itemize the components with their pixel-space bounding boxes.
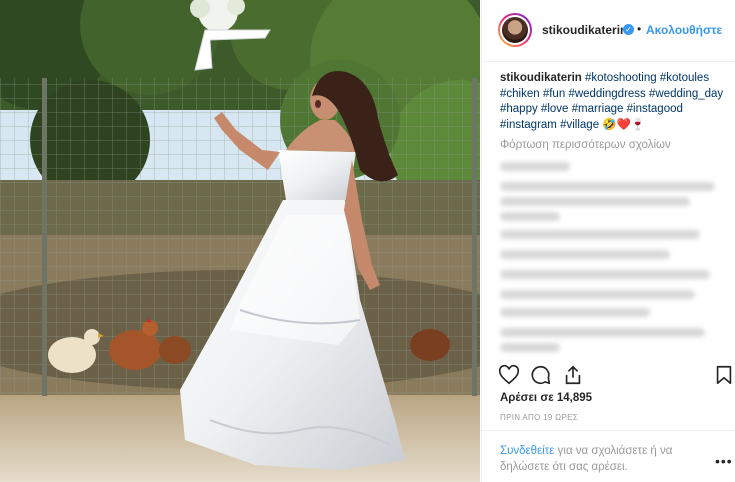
blurred-comment [500,197,690,206]
load-more-comments-link[interactable]: Φόρτωση περισσότερων σχολίων [500,139,671,151]
wedding-photo [0,0,480,482]
post-photo [0,0,480,482]
blurred-comment [500,343,560,352]
blurred-comment [500,162,570,171]
more-options-icon[interactable]: ••• [715,453,733,469]
heart-icon[interactable] [498,364,520,386]
login-link[interactable]: Συνδεθείτε [500,445,554,457]
blurred-comment [500,270,710,279]
post-header: stikoudikaterin ✓ • Ακολουθήστε [482,0,735,62]
hashtag[interactable]: #village [560,119,599,131]
blurred-comment [500,230,700,239]
verified-badge-icon: ✓ [623,24,634,35]
post-timestamp: ΠΡΙΝ ΑΠΟ 19 ΩΡΕΣ [500,413,578,422]
bookmark-icon[interactable] [713,364,735,386]
blurred-comment [500,290,695,299]
post-caption: stikoudikaterin #kotoshooting #kotoules … [500,71,726,133]
username-link[interactable]: stikoudikaterin [542,23,627,37]
caption-username[interactable]: stikoudikaterin [500,72,582,84]
hashtag[interactable]: #love [541,103,569,115]
hashtag[interactable]: #weddingdress [568,88,645,100]
comment-icon[interactable] [530,364,552,386]
comment-login-footer: Συνδεθείτε για να σχολιάσετε ή να δηλώσε… [482,430,735,482]
hashtag[interactable]: #chiken [500,88,540,100]
blurred-comment [500,308,650,317]
avatar[interactable] [498,13,532,47]
blurred-comment [500,212,560,221]
hashtag[interactable]: #instagram [500,119,557,131]
hashtag[interactable]: #kotoules [660,72,709,84]
hashtag[interactable]: #fun [543,88,565,100]
hashtag[interactable]: #kotoshooting [585,72,657,84]
hashtag[interactable]: #instagood [627,103,683,115]
blurred-comment [500,328,705,337]
blurred-comment [500,182,715,191]
hashtag[interactable]: #marriage [572,103,624,115]
login-prompt: Συνδεθείτε για να σχολιάσετε ή να δηλώσε… [500,443,700,475]
hashtag[interactable]: #wedding_day [649,88,723,100]
avatar-image [502,17,528,43]
hashtag[interactable]: #happy [500,103,538,115]
likes-count[interactable]: Αρέσει σε 14,895 [500,392,592,404]
caption-emoji: 🤣❤️🍷 [602,118,646,131]
share-icon[interactable] [562,364,584,386]
blurred-comment [500,250,670,259]
separator-dot: • [637,22,642,36]
post-actions-bar [482,358,735,390]
avatar-ring [500,15,530,45]
post-side-panel: stikoudikaterin ✓ • Ακολουθήστε stikoudi… [481,0,735,482]
follow-button[interactable]: Ακολουθήστε [646,23,722,37]
